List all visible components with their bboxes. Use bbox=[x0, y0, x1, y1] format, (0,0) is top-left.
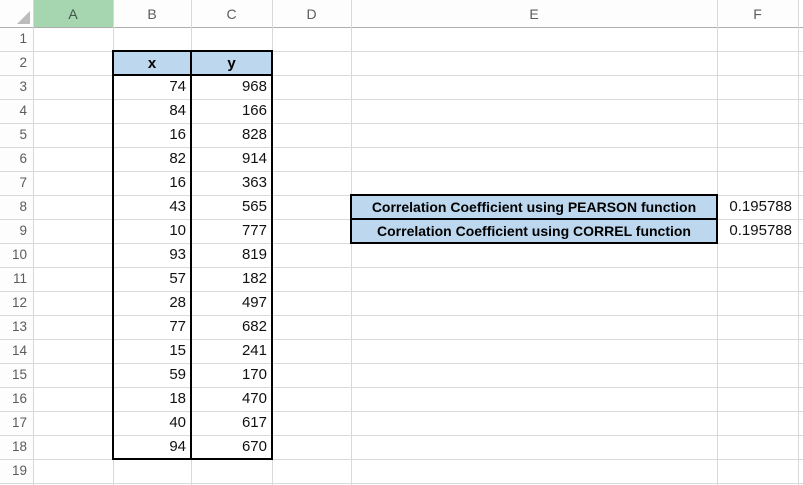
cell-B12[interactable]: 28 bbox=[113, 291, 191, 315]
column-header-C[interactable]: C bbox=[191, 0, 272, 27]
cell-C13[interactable]: 682 bbox=[191, 315, 272, 339]
cell-B3[interactable]: 74 bbox=[113, 75, 191, 99]
gridline bbox=[0, 459, 803, 460]
cell-C18[interactable]: 670 bbox=[191, 435, 272, 459]
cell-C3[interactable]: 968 bbox=[191, 75, 272, 99]
cell-B7[interactable]: 16 bbox=[113, 171, 191, 195]
cell-C9[interactable]: 777 bbox=[191, 219, 272, 243]
row-header-10[interactable]: 10 bbox=[0, 243, 33, 267]
cell-E8-pearson-label[interactable]: Correlation Coefficient using PEARSON fu… bbox=[351, 195, 717, 219]
row-header-15[interactable]: 15 bbox=[0, 363, 33, 387]
row-header-19[interactable]: 19 bbox=[0, 459, 33, 483]
row-header-2[interactable]: 2 bbox=[0, 51, 33, 75]
row-header-13[interactable]: 13 bbox=[0, 315, 33, 339]
select-all-corner[interactable] bbox=[0, 0, 33, 27]
spreadsheet: x y Correlation Coefficient using PEARSO… bbox=[0, 0, 803, 485]
cell-B11[interactable]: 57 bbox=[113, 267, 191, 291]
cell-C12[interactable]: 497 bbox=[191, 291, 272, 315]
row-header-16[interactable]: 16 bbox=[0, 387, 33, 411]
cell-C4[interactable]: 166 bbox=[191, 99, 272, 123]
row-header-9[interactable]: 9 bbox=[0, 219, 33, 243]
row-header-5[interactable]: 5 bbox=[0, 123, 33, 147]
cell-C11[interactable]: 182 bbox=[191, 267, 272, 291]
column-header-E[interactable]: E bbox=[351, 0, 717, 27]
cell-B13[interactable]: 77 bbox=[113, 315, 191, 339]
cell-B15[interactable]: 59 bbox=[113, 363, 191, 387]
row-header-6[interactable]: 6 bbox=[0, 147, 33, 171]
cell-B10[interactable]: 93 bbox=[113, 243, 191, 267]
cell-C14[interactable]: 241 bbox=[191, 339, 272, 363]
column-header-A[interactable]: A bbox=[33, 0, 113, 27]
cell-B2-x-header[interactable]: x bbox=[113, 51, 191, 75]
cell-C17[interactable]: 617 bbox=[191, 411, 272, 435]
cell-F9-correl-value[interactable]: 0.195788 bbox=[717, 219, 798, 243]
row-header-12[interactable]: 12 bbox=[0, 291, 33, 315]
cell-C16[interactable]: 470 bbox=[191, 387, 272, 411]
cell-B18[interactable]: 94 bbox=[113, 435, 191, 459]
header-underline bbox=[0, 27, 803, 28]
cell-C10[interactable]: 819 bbox=[191, 243, 272, 267]
cell-C7[interactable]: 363 bbox=[191, 171, 272, 195]
column-header-F[interactable]: F bbox=[717, 0, 798, 27]
row-header-17[interactable]: 17 bbox=[0, 411, 33, 435]
row-header-11[interactable]: 11 bbox=[0, 267, 33, 291]
cell-B6[interactable]: 82 bbox=[113, 147, 191, 171]
cell-F8-pearson-value[interactable]: 0.195788 bbox=[717, 195, 798, 219]
cell-C6[interactable]: 914 bbox=[191, 147, 272, 171]
cell-E9-correl-label[interactable]: Correlation Coefficient using CORREL fun… bbox=[351, 219, 717, 243]
cell-B8[interactable]: 43 bbox=[113, 195, 191, 219]
row-header-3[interactable]: 3 bbox=[0, 75, 33, 99]
cell-C15[interactable]: 170 bbox=[191, 363, 272, 387]
select-all-triangle-icon bbox=[17, 11, 30, 24]
row-header-8[interactable]: 8 bbox=[0, 195, 33, 219]
cell-B5[interactable]: 16 bbox=[113, 123, 191, 147]
row-header-4[interactable]: 4 bbox=[0, 99, 33, 123]
row-header-18[interactable]: 18 bbox=[0, 435, 33, 459]
gridline bbox=[0, 483, 803, 484]
cell-B16[interactable]: 18 bbox=[113, 387, 191, 411]
cell-C8[interactable]: 565 bbox=[191, 195, 272, 219]
column-header-D[interactable]: D bbox=[272, 0, 351, 27]
cell-C5[interactable]: 828 bbox=[191, 123, 272, 147]
column-header-B[interactable]: B bbox=[113, 0, 191, 27]
cell-C2-y-header[interactable]: y bbox=[191, 51, 272, 75]
row-header-1[interactable]: 1 bbox=[0, 27, 33, 51]
row-header-7[interactable]: 7 bbox=[0, 171, 33, 195]
cell-B17[interactable]: 40 bbox=[113, 411, 191, 435]
cell-B4[interactable]: 84 bbox=[113, 99, 191, 123]
row-header-14[interactable]: 14 bbox=[0, 339, 33, 363]
cell-B9[interactable]: 10 bbox=[113, 219, 191, 243]
cell-B14[interactable]: 15 bbox=[113, 339, 191, 363]
